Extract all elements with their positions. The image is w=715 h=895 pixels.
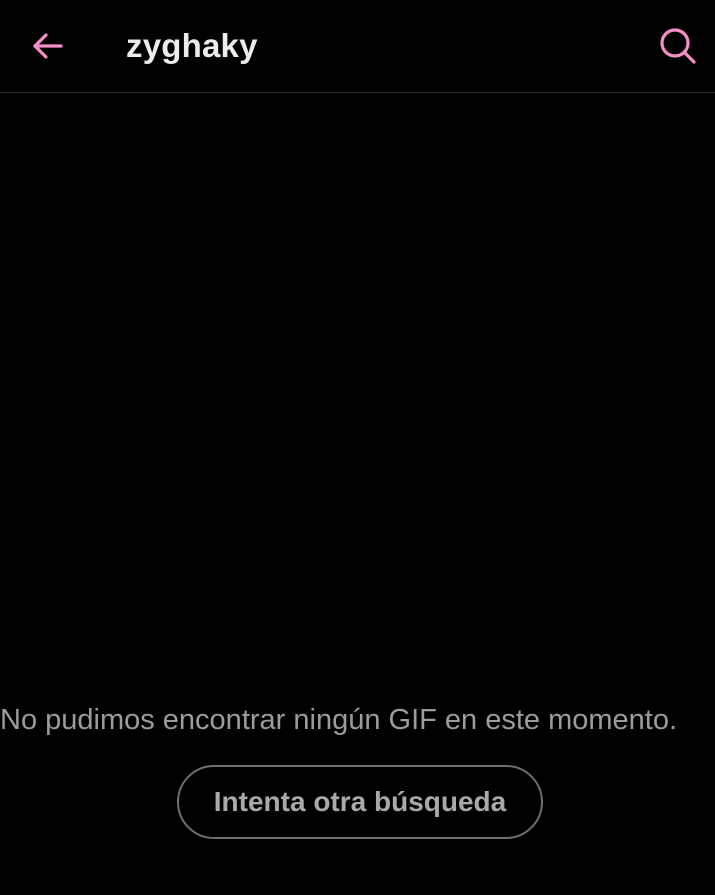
search-query-text[interactable]: zyghaky bbox=[126, 24, 258, 68]
top-app-bar: zyghaky bbox=[0, 0, 715, 93]
try-another-search-button[interactable]: Intenta otra búsqueda bbox=[177, 765, 543, 839]
back-button[interactable] bbox=[22, 22, 74, 70]
arrow-left-icon bbox=[33, 33, 63, 59]
search-button[interactable] bbox=[652, 20, 704, 72]
search-icon bbox=[660, 28, 696, 64]
empty-results-message: No pudimos encontrar ningún GIF en este … bbox=[0, 704, 678, 736]
